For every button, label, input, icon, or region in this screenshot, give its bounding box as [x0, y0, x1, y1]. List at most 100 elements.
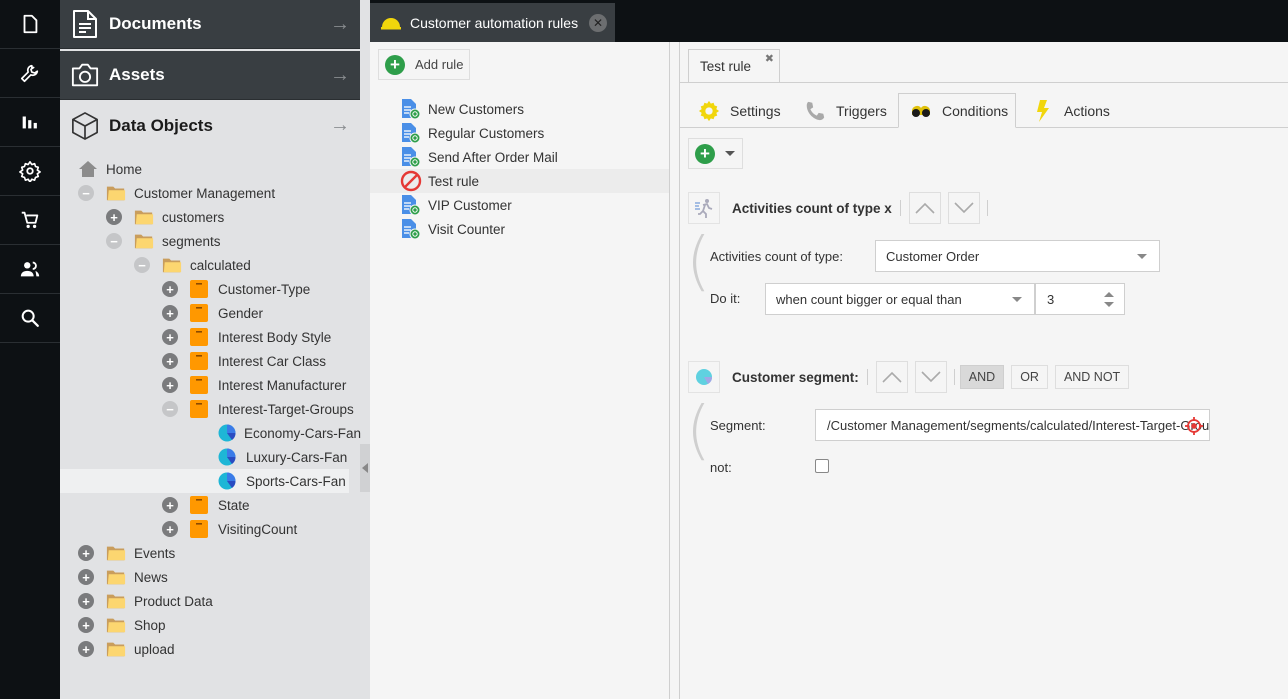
- operator-and-button[interactable]: AND: [959, 365, 1005, 389]
- nav-settings[interactable]: [0, 147, 60, 196]
- group-bracket: (: [686, 225, 711, 299]
- not-checkbox[interactable]: [815, 459, 829, 473]
- tree-node[interactable]: + Interest Manufacturer: [60, 373, 360, 397]
- tree-node[interactable]: − calculated: [60, 253, 360, 277]
- operator-and-not-button[interactable]: AND NOT: [1054, 365, 1130, 389]
- tab-customer-automation-rules[interactable]: Customer automation rules ✕: [370, 3, 615, 42]
- target-icon[interactable]: [1185, 417, 1203, 435]
- lightning-icon: [1032, 99, 1054, 122]
- nav-tools[interactable]: [0, 49, 60, 98]
- cube-icon: [71, 111, 99, 141]
- move-up-button[interactable]: [875, 361, 908, 393]
- tree-node[interactable]: − segments: [60, 229, 360, 253]
- expand-icon[interactable]: +: [162, 521, 178, 537]
- do-it-select[interactable]: when count bigger or equal than: [765, 283, 1035, 315]
- tree-node[interactable]: + Events: [60, 541, 360, 565]
- tree-node[interactable]: Economy-Cars-Fan: [60, 421, 361, 445]
- rule-list-item[interactable]: Regular Customers: [370, 121, 669, 145]
- segment-group-icon: [190, 328, 210, 346]
- folder-icon: [106, 544, 126, 562]
- chevron-down-icon: [725, 151, 735, 156]
- expand-icon[interactable]: +: [78, 569, 94, 585]
- tree-node[interactable]: + customers: [60, 205, 360, 229]
- tree-node[interactable]: + Shop: [60, 613, 360, 637]
- activity-type-value: Customer Order: [886, 248, 980, 264]
- accordion-documents[interactable]: Documents →: [60, 0, 360, 49]
- tab-conditions[interactable]: Conditions: [898, 93, 1016, 128]
- rule-list-item[interactable]: Test rule: [370, 169, 669, 193]
- close-tab-icon[interactable]: ✕: [589, 14, 607, 32]
- expand-icon[interactable]: +: [78, 617, 94, 633]
- collapse-icon[interactable]: −: [134, 257, 150, 273]
- tree-node-label: segments: [162, 233, 221, 249]
- expand-icon[interactable]: +: [78, 641, 94, 657]
- service-bell-icon: [380, 16, 402, 30]
- rule-list-item[interactable]: Send After Order Mail: [370, 145, 669, 169]
- tree-node-label: Product Data: [134, 593, 213, 609]
- collapse-icon[interactable]: −: [162, 401, 178, 417]
- collapse-icon[interactable]: −: [78, 185, 94, 201]
- search-icon: [21, 309, 39, 327]
- tree-node[interactable]: + News: [60, 565, 360, 589]
- close-icon[interactable]: ✖: [765, 52, 774, 65]
- expand-icon[interactable]: +: [78, 545, 94, 561]
- tree-node[interactable]: + Interest Body Style: [60, 325, 360, 349]
- expand-icon[interactable]: +: [162, 353, 178, 369]
- tree-node[interactable]: + Product Data: [60, 589, 360, 613]
- tree-node[interactable]: − Interest-Target-Groups: [60, 397, 360, 421]
- expand-icon[interactable]: +: [162, 329, 178, 345]
- accordion-data-objects[interactable]: Data Objects →: [60, 101, 360, 150]
- add-rule-button[interactable]: + Add rule: [378, 49, 470, 80]
- expand-icon[interactable]: +: [162, 281, 178, 297]
- expand-icon[interactable]: +: [162, 377, 178, 393]
- chevron-down-icon: [954, 202, 974, 214]
- tree-node-label: VisitingCount: [218, 521, 298, 537]
- segment-value: /Customer Management/segments/calculated…: [827, 417, 1210, 433]
- operator-or-button[interactable]: OR: [1011, 365, 1048, 389]
- tab-settings[interactable]: Settings: [698, 93, 791, 128]
- nav-search[interactable]: [0, 294, 60, 343]
- expand-icon[interactable]: +: [162, 305, 178, 321]
- tree-node[interactable]: + State: [60, 493, 360, 517]
- count-spinner[interactable]: [1104, 291, 1114, 307]
- add-condition-button[interactable]: +: [688, 138, 743, 169]
- move-up-button[interactable]: [908, 192, 941, 224]
- decrement-icon[interactable]: [1104, 301, 1114, 307]
- tree-node[interactable]: + Gender: [60, 301, 360, 325]
- increment-icon[interactable]: [1104, 291, 1114, 297]
- nav-ecommerce[interactable]: [0, 196, 60, 245]
- expand-icon[interactable]: +: [78, 593, 94, 609]
- tree-node[interactable]: + Interest Car Class: [60, 349, 360, 373]
- tab-actions[interactable]: Actions: [1032, 93, 1120, 128]
- expand-icon[interactable]: +: [106, 209, 122, 225]
- rule-list-item[interactable]: New Customers: [370, 97, 669, 121]
- nav-reports[interactable]: [0, 98, 60, 147]
- tree-node[interactable]: − Customer Management: [60, 181, 360, 205]
- expand-icon[interactable]: +: [162, 497, 178, 513]
- tree-node[interactable]: + upload: [60, 637, 360, 661]
- tree-node[interactable]: Sports-Cars-Fan: [60, 469, 349, 493]
- tree-node[interactable]: + Customer-Type: [60, 277, 360, 301]
- segment-input[interactable]: /Customer Management/segments/calculated…: [815, 409, 1210, 441]
- move-down-button[interactable]: [914, 361, 947, 393]
- tree-node[interactable]: + VisitingCount: [60, 517, 360, 541]
- tree-node-label: Interest Body Style: [218, 329, 332, 345]
- accordion-assets[interactable]: Assets →: [60, 51, 360, 100]
- segment-group-icon: [190, 280, 210, 298]
- tree-node[interactable]: Luxury-Cars-Fan: [60, 445, 360, 469]
- tab-test-rule[interactable]: Test rule ✖: [688, 49, 780, 83]
- count-input[interactable]: 3: [1035, 283, 1125, 315]
- nav-users[interactable]: [0, 245, 60, 294]
- segment-group-icon: [190, 376, 210, 394]
- data-objects-panel: Documents → Assets → Data Objects → Home…: [60, 0, 370, 699]
- collapse-icon[interactable]: −: [106, 233, 122, 249]
- collapse-panel-handle[interactable]: [360, 444, 370, 492]
- rule-list-item[interactable]: Visit Counter: [370, 217, 669, 241]
- tab-triggers[interactable]: Triggers: [804, 93, 897, 128]
- activity-type-select[interactable]: Customer Order: [875, 240, 1160, 272]
- move-down-button[interactable]: [947, 192, 980, 224]
- rule-list-item[interactable]: VIP Customer: [370, 193, 669, 217]
- panel-divider: [670, 42, 680, 699]
- tree-node[interactable]: Home: [60, 157, 360, 181]
- nav-documents[interactable]: [0, 0, 60, 49]
